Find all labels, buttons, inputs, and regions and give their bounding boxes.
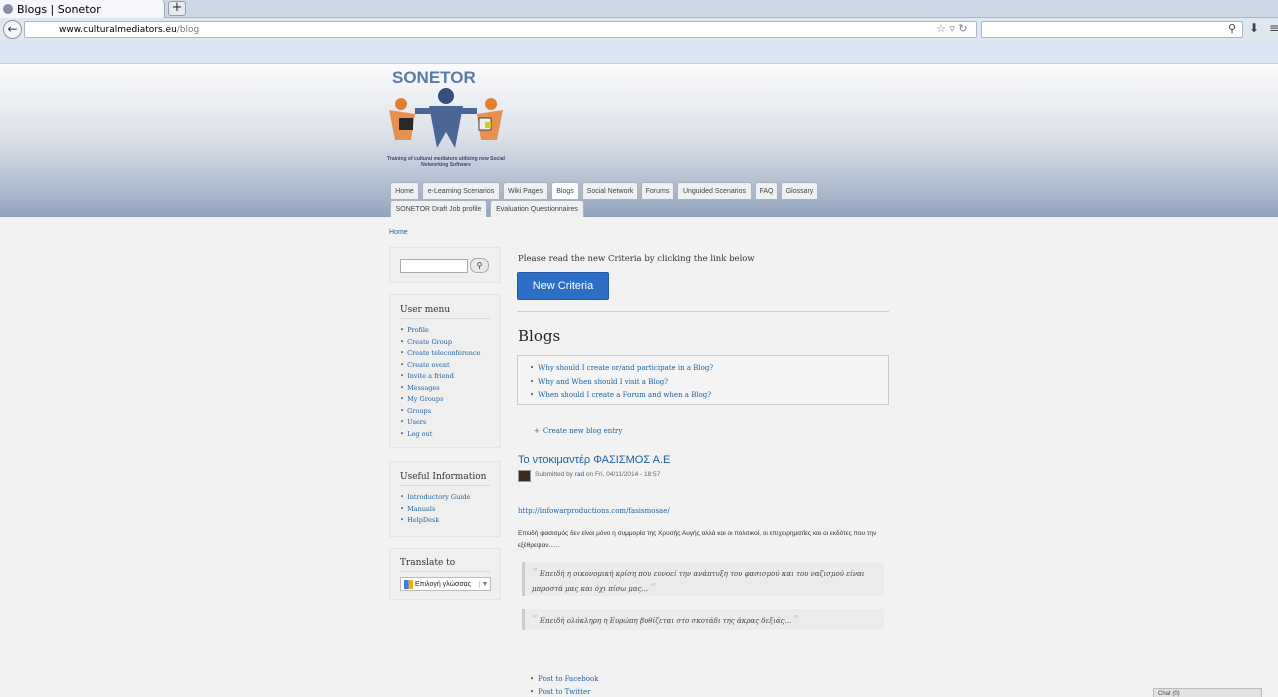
post-meta: Submitted by rad on Fri, 04/11/2014 - 18… bbox=[535, 471, 660, 478]
url-domain: www.culturalmediators.eu bbox=[59, 24, 177, 35]
nav-tab-wiki[interactable]: Wiki Pages bbox=[503, 182, 548, 199]
google-translate-icon bbox=[404, 579, 413, 589]
nav-tab-questionnaires[interactable]: Evaluation Questionnaires bbox=[490, 200, 584, 217]
faq-link-forum-vs-blog[interactable]: When should I create a Forum and when a … bbox=[530, 389, 713, 403]
url-path: /blog bbox=[176, 24, 200, 35]
criteria-intro-text: Please read the new Criteria by clicking… bbox=[518, 254, 755, 264]
site-header bbox=[0, 64, 1278, 217]
user-menu-groups[interactable]: Groups bbox=[400, 406, 480, 418]
share-facebook-link[interactable]: Post to Facebook bbox=[530, 673, 598, 686]
useful-info-list: Introductory Guide Manuals HelpDesk bbox=[400, 492, 470, 527]
user-menu-logout[interactable]: Log out bbox=[400, 429, 480, 441]
post-date: on Fri, 04/11/2014 - 18:57 bbox=[585, 471, 661, 478]
avatar[interactable] bbox=[518, 470, 531, 482]
post-title[interactable]: Το ντοκιμαντέρ ΦΑΣΙΣΜΟΣ Α.Ε bbox=[518, 454, 670, 466]
user-menu-my-groups[interactable]: My Groups bbox=[400, 394, 480, 406]
url-bar[interactable]: www.culturalmediators.eu/blog bbox=[24, 21, 977, 38]
browser-search-input[interactable] bbox=[981, 21, 1243, 38]
divider bbox=[517, 311, 889, 312]
divider bbox=[400, 571, 490, 572]
menu-icon[interactable]: ≡ bbox=[1269, 21, 1278, 35]
user-menu-users[interactable]: Users bbox=[400, 417, 480, 429]
user-menu-list: Profile Create Group Create teleconferen… bbox=[400, 325, 480, 440]
share-twitter-link[interactable]: Post to Twitter bbox=[530, 686, 598, 697]
user-menu-create-group[interactable]: Create Group bbox=[400, 337, 480, 349]
post-author-link[interactable]: rad bbox=[575, 471, 584, 478]
browser-search-icon[interactable]: ⚲ bbox=[1228, 22, 1236, 35]
nav-tab-blogs[interactable]: Blogs bbox=[551, 182, 579, 199]
quote-2-text: Επειδή ολόκληρη η Ευρώπη βυθίζεται στο σ… bbox=[539, 617, 792, 625]
nav-tab-forums[interactable]: Forums bbox=[641, 182, 674, 199]
nav-tab-unguided[interactable]: Unguided Scenarios bbox=[677, 182, 752, 199]
nav-tab-elearning[interactable]: e-Learning Scenarios bbox=[422, 182, 500, 199]
close-quote-icon: ” bbox=[650, 581, 657, 594]
translate-block bbox=[389, 548, 501, 600]
site-tagline: Training of cultural mediators utilizing… bbox=[387, 156, 505, 168]
search-button[interactable]: ⚲ bbox=[470, 258, 489, 273]
user-menu-create-teleconference[interactable]: Create teleconference bbox=[400, 348, 480, 360]
breadcrumb[interactable]: Home bbox=[389, 229, 408, 236]
user-menu-profile[interactable]: Profile bbox=[400, 325, 480, 337]
browser-tab-title: Blogs | Sonetor bbox=[17, 2, 101, 16]
url-bar-icons[interactable]: ☆ ▿ ↻ bbox=[936, 22, 968, 35]
nav-tab-social-network[interactable]: Social Network bbox=[582, 182, 638, 199]
site-logo-icon[interactable] bbox=[385, 86, 507, 154]
faq-link-why-create[interactable]: Why should I create or/and participate i… bbox=[530, 362, 713, 376]
nav-tab-home[interactable]: Home bbox=[390, 182, 419, 199]
language-select-value: Επιλογή γλώσσας bbox=[415, 580, 472, 588]
new-tab-button[interactable]: + bbox=[168, 1, 186, 16]
blockquote-1: “ Επειδή η οικονομική κρίση που ευνοεί τ… bbox=[522, 562, 884, 596]
close-quote-icon: ” bbox=[793, 613, 800, 626]
user-menu-title: User menu bbox=[400, 305, 451, 315]
submitted-prefix: Submitted by bbox=[535, 471, 573, 478]
chevron-down-icon: ▼ bbox=[479, 580, 490, 588]
post-paragraph: Επειδή φασισμός δεν είναι μόνο η συμμορί… bbox=[518, 530, 877, 549]
create-blog-entry-label: Create new blog entry bbox=[542, 427, 623, 435]
favicon-icon bbox=[3, 4, 13, 14]
bookmarks-bar bbox=[0, 42, 1278, 64]
useful-info-intro-guide[interactable]: Introductory Guide bbox=[400, 492, 470, 504]
language-select[interactable]: Επιλογή γλώσσας ▼ bbox=[400, 577, 491, 591]
faq-link-why-visit[interactable]: Why and When should I visit a Blog? bbox=[530, 376, 713, 390]
translate-title: Translate to bbox=[400, 558, 456, 568]
nav-tab-job-profile[interactable]: SONETOR Draft Job profile bbox=[390, 200, 487, 217]
useful-info-helpdesk[interactable]: HelpDesk bbox=[400, 515, 470, 527]
divider bbox=[400, 485, 490, 486]
useful-info-title: Useful Information bbox=[400, 472, 487, 482]
reload-icon[interactable]: ↻ bbox=[958, 22, 967, 35]
dropdown-icon[interactable]: ▿ bbox=[949, 22, 955, 35]
open-quote-icon: “ bbox=[532, 566, 538, 579]
create-blog-entry-link[interactable]: + Create new blog entry bbox=[534, 427, 622, 435]
site-logo-text[interactable]: SONETOR bbox=[392, 68, 476, 88]
divider bbox=[400, 318, 490, 319]
nav-tab-glossary[interactable]: Glossary bbox=[781, 182, 818, 199]
chat-bar[interactable]: Chat (0) bbox=[1153, 688, 1262, 697]
search-icon: ⚲ bbox=[476, 261, 483, 270]
user-menu-create-event[interactable]: Create event bbox=[400, 360, 480, 372]
page-title: Blogs bbox=[518, 327, 561, 345]
plus-icon: + bbox=[534, 427, 540, 435]
faq-links-list: Why should I create or/and participate i… bbox=[530, 362, 713, 403]
bookmark-star-icon[interactable]: ☆ bbox=[936, 22, 946, 35]
open-quote-icon: “ bbox=[532, 613, 538, 626]
post-external-link[interactable]: http://infowarproductions.com/fasismosae… bbox=[518, 507, 670, 515]
user-menu-messages[interactable]: Messages bbox=[400, 383, 480, 395]
back-button[interactable]: ← bbox=[3, 20, 22, 39]
download-icon[interactable]: ⬇ bbox=[1249, 21, 1259, 35]
blockquote-2: “ Επειδή ολόκληρη η Ευρώπη βυθίζεται στο… bbox=[522, 609, 884, 630]
user-menu-invite-friend[interactable]: Invite a friend bbox=[400, 371, 480, 383]
new-criteria-button[interactable]: New Criteria bbox=[517, 272, 609, 300]
nav-tab-faq[interactable]: FAQ bbox=[755, 182, 778, 199]
browser-tab[interactable]: Blogs | Sonetor bbox=[0, 0, 165, 18]
useful-info-manuals[interactable]: Manuals bbox=[400, 504, 470, 516]
quote-1-text: Επειδή η οικονομική κρίση που ευνοεί την… bbox=[532, 570, 865, 593]
share-links: Post to Facebook Post to Twitter bbox=[530, 673, 598, 697]
browser-tab-strip bbox=[0, 0, 1278, 18]
search-input[interactable] bbox=[400, 259, 468, 273]
